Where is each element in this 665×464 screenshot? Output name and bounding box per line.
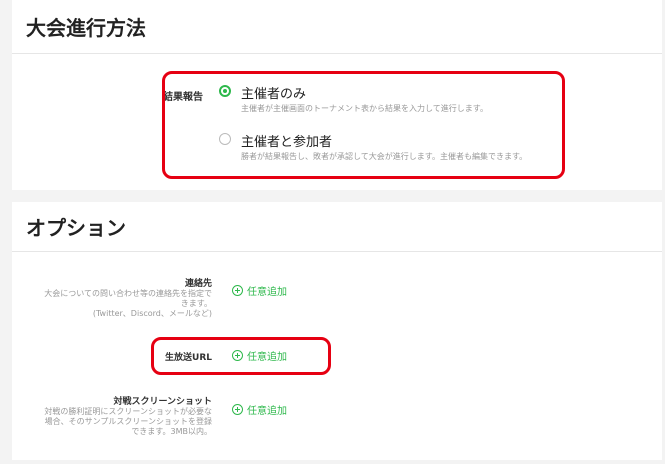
- radio-option-title: 主催者のみ: [241, 87, 307, 102]
- result-report-label: 結果報告: [163, 92, 203, 103]
- screenshot-add-button[interactable]: 任意追加: [232, 402, 287, 417]
- contact-add-button[interactable]: 任意追加: [232, 283, 287, 298]
- radio-option-desc: 主催者が主催画面のトーナメント表から結果を入力して進行します。: [241, 104, 488, 113]
- live-url-label: 生放送URL: [165, 353, 212, 363]
- plus-circle-icon: [232, 350, 243, 361]
- contact-label: 連絡先: [184, 279, 212, 289]
- contact-hint: 大会についての問い合わせ等の連絡先を指定で きます。 (Twitter、Disc…: [12, 289, 212, 319]
- progress-method-title: 大会進行方法: [12, 0, 662, 54]
- screenshot-label: 対戦スクリーンショット: [113, 397, 212, 407]
- live-url-add-button[interactable]: 任意追加: [232, 348, 287, 363]
- contact-hint-line: きます。: [180, 299, 212, 308]
- radio-option-desc: 勝者が結果報告し、敗者が承認して大会が進行します。主催者も編集できます。: [241, 152, 528, 161]
- add-button-label: 任意追加: [247, 406, 287, 417]
- screenshot-hint-line: 場合、そのサンプルスクリーンショットを登録: [44, 417, 212, 426]
- screenshot-hint-line: できます。3MB以内。: [131, 427, 212, 436]
- screenshot-hint: 対戦の勝利証明にスクリーンショットが必要な 場合、そのサンプルスクリーンショット…: [12, 407, 212, 437]
- plus-circle-icon: [232, 285, 243, 296]
- screenshot-hint-line: 対戦の勝利証明にスクリーンショットが必要な: [44, 407, 212, 416]
- options-title: オプション: [12, 202, 662, 252]
- radio-checked-icon[interactable]: [219, 85, 231, 97]
- contact-hint-line: (Twitter、Discord、メールなど): [92, 309, 212, 318]
- contact-hint-line: 大会についての問い合わせ等の連絡先を指定で: [44, 289, 212, 298]
- radio-unchecked-icon[interactable]: [219, 133, 231, 145]
- add-button-label: 任意追加: [247, 352, 287, 363]
- add-button-label: 任意追加: [247, 287, 287, 298]
- radio-option-title: 主催者と参加者: [241, 135, 333, 150]
- plus-circle-icon: [232, 404, 243, 415]
